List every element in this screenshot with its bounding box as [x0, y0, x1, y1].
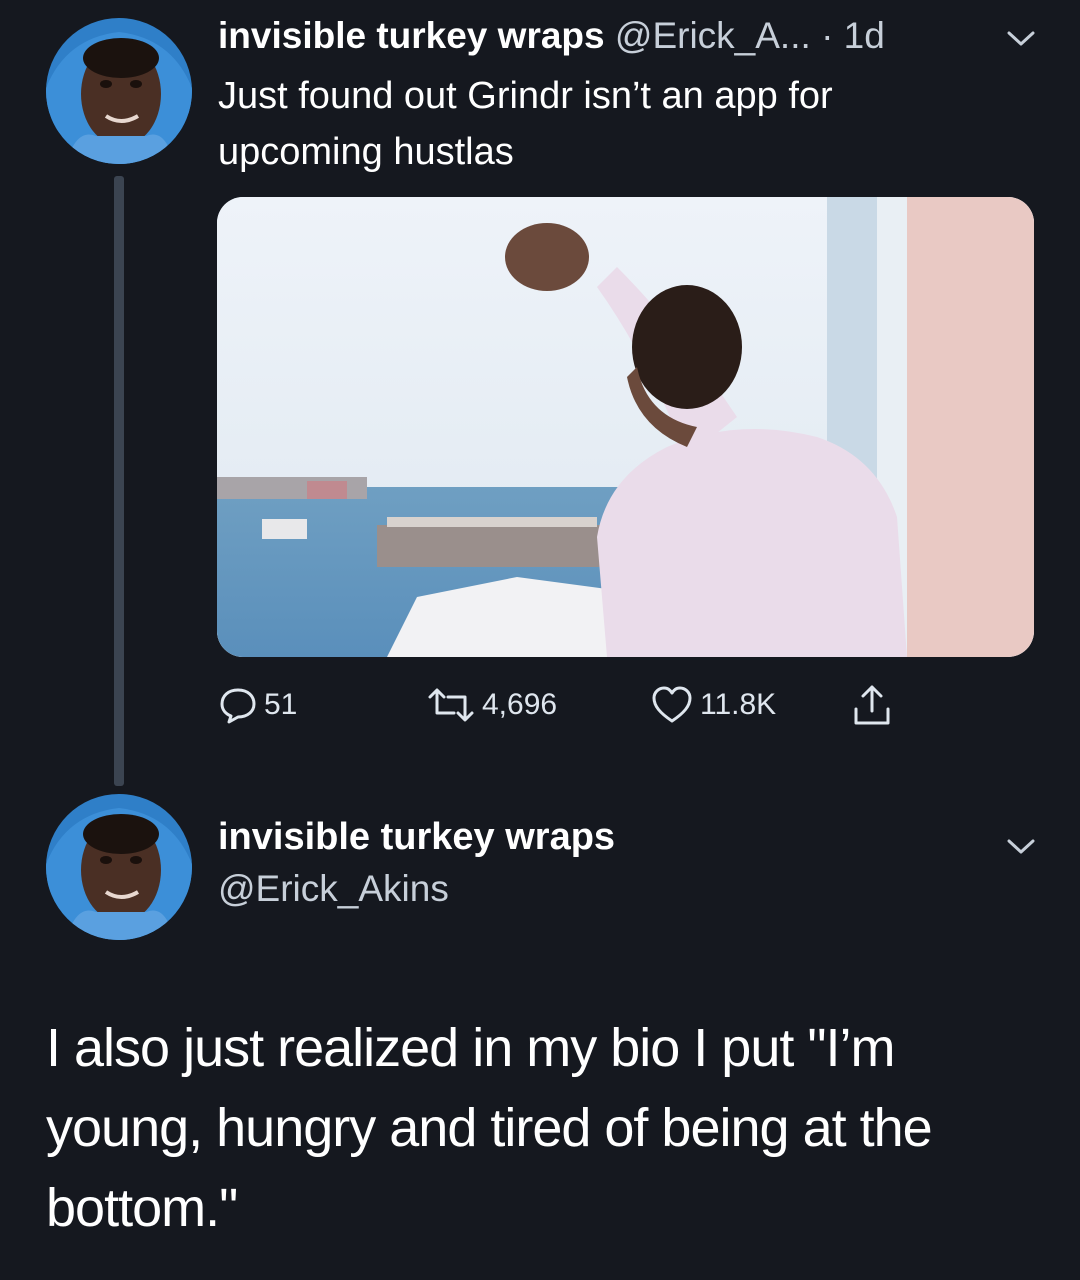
- tweet-text: Just found out Grindr isn’t an app for u…: [218, 75, 833, 173]
- retweet-icon: [428, 688, 474, 722]
- display-name[interactable]: invisible turkey wraps: [218, 15, 605, 56]
- reply-icon: [220, 688, 256, 724]
- handle[interactable]: @Erick_Akins: [218, 868, 449, 910]
- chevron-down-icon[interactable]: [1006, 28, 1036, 48]
- timestamp[interactable]: · 1d: [821, 15, 885, 56]
- tweet-text: I also just realized in my bio I put "I’…: [46, 1018, 933, 1238]
- avatar[interactable]: [46, 794, 192, 940]
- display-name[interactable]: invisible turkey wraps: [218, 816, 615, 859]
- tweet-media[interactable]: [217, 197, 1034, 657]
- tweet-actions: 51 4,696 11.8K: [218, 680, 938, 730]
- share-button[interactable]: [850, 680, 900, 730]
- avatar[interactable]: [46, 18, 192, 164]
- chevron-down-icon[interactable]: [1006, 836, 1036, 856]
- retweet-button[interactable]: 4,696: [426, 680, 557, 730]
- reply-button[interactable]: 51: [218, 680, 297, 730]
- profile-photo-icon: [46, 18, 192, 164]
- share-icon: [854, 685, 890, 725]
- profile-photo-icon: [46, 794, 192, 940]
- heart-icon: [652, 686, 692, 723]
- photo-man-at-window-harbor-icon: [217, 197, 1034, 657]
- like-button[interactable]: 11.8K: [650, 680, 776, 730]
- handle[interactable]: @Erick_A...: [615, 15, 811, 56]
- like-count: 11.8K: [700, 688, 777, 721]
- retweet-count: 4,696: [482, 688, 558, 721]
- reply-count: 51: [264, 688, 298, 721]
- thread-line: [114, 176, 124, 786]
- tweet-header: invisible turkey wraps @Erick_A... · 1d: [218, 14, 885, 58]
